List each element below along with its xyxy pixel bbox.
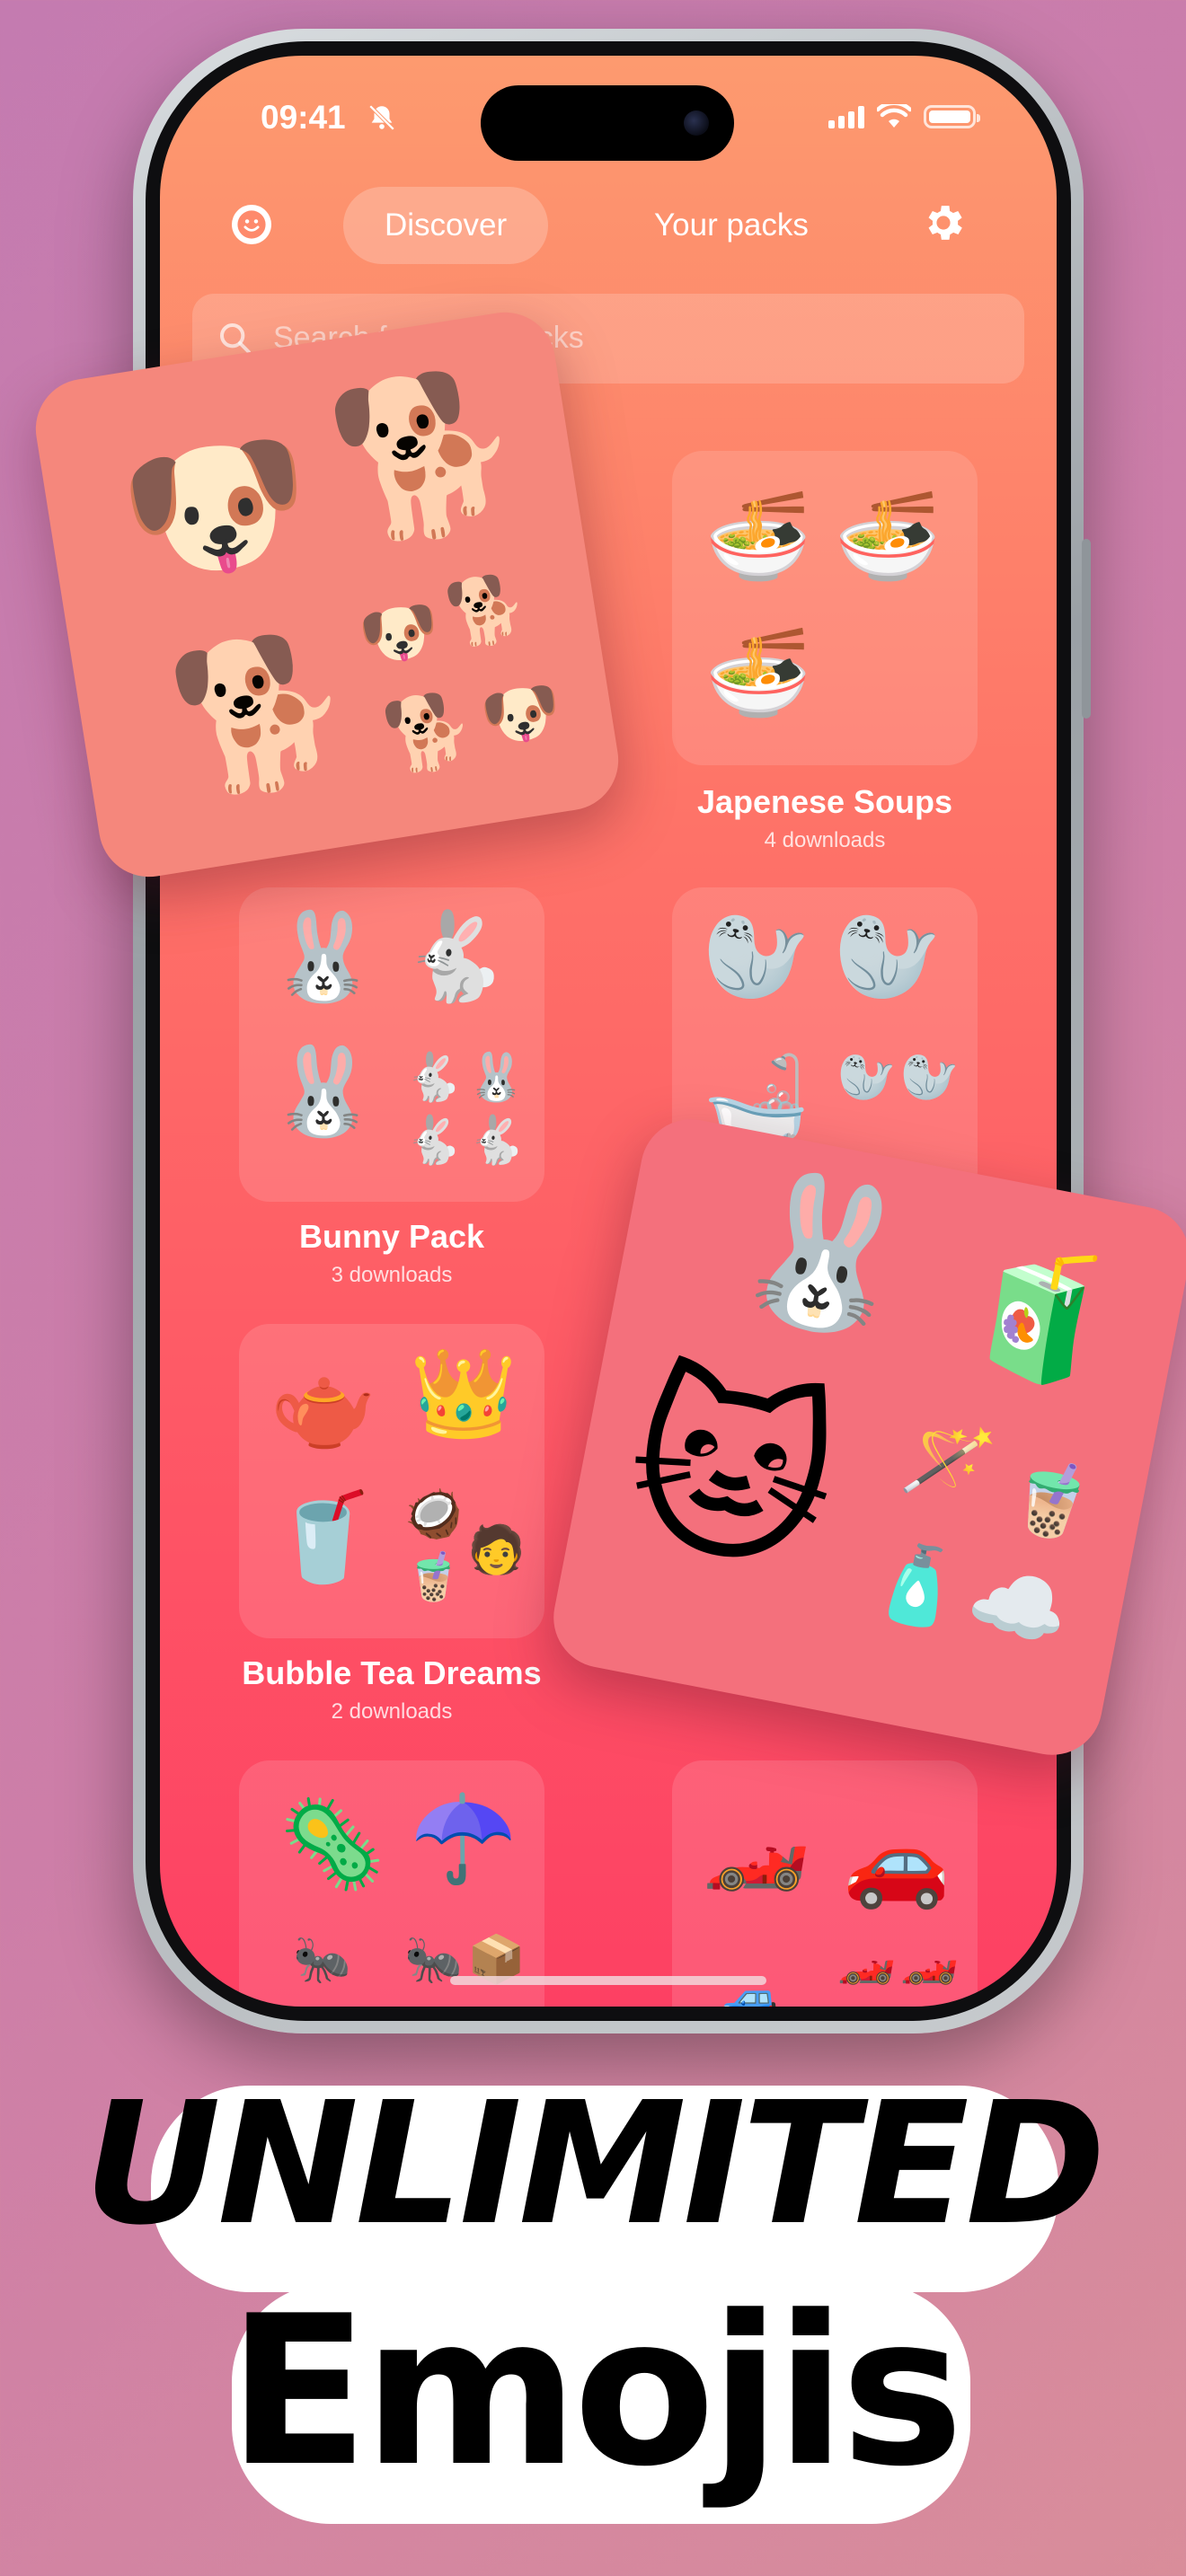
emoji-face-icon[interactable]: [232, 205, 271, 244]
gear-icon[interactable]: [920, 199, 967, 246]
status-time: 09:41: [261, 99, 346, 136]
emoji-cup: 🥤: [270, 1489, 377, 1585]
emoji-bunny: 🐰: [270, 1044, 377, 1140]
emoji-ramen: 🍜: [704, 489, 812, 585]
emoji-bunny: 🐰: [467, 1052, 526, 1104]
pack-title: Japenese Soups: [696, 783, 953, 820]
emoji-umbrella: ☂️: [410, 1791, 518, 1887]
emoji-teapot: 🫖: [270, 1358, 377, 1454]
emoji-crown: 👑: [410, 1345, 518, 1442]
emoji-seal: 🦭: [837, 1052, 896, 1104]
emoji-bunny: 🐰: [270, 909, 377, 1005]
floating-pack-card-cute: 🐰 🧃 🐱 🪄 🧋 🧴 ☁️: [544, 1110, 1186, 1764]
emoji-coconut: 🥥: [404, 1488, 463, 1540]
emoji-pomeranian: 🐕: [441, 569, 533, 653]
emoji-race-car: 🏎️: [703, 1796, 810, 1892]
pack-downloads: 2 downloads: [331, 1699, 453, 1724]
pack-tile-japenese-soups[interactable]: 🍜 🍜 🍜: [672, 451, 978, 765]
headline-line2: Emojis: [227, 2272, 963, 2512]
search-icon: [220, 323, 251, 354]
emoji-seal: 🦭: [703, 909, 810, 1005]
emoji-perfume: 🧴: [863, 1534, 973, 1636]
emoji-beagle: 🐶: [354, 592, 446, 676]
emoji-car: 🚗: [843, 1814, 951, 1910]
headline-line1: UNLIMITED: [84, 2066, 1106, 2263]
emoji-ant: 🐜: [293, 1934, 351, 1986]
top-nav: Discover Your packs: [160, 181, 1057, 271]
pack-title: Bubble Tea Dreams: [242, 1654, 542, 1691]
emoji-dalmatian: 🐶: [109, 408, 324, 607]
emoji-blob: 🦠: [279, 1796, 386, 1892]
pack-tile-bubble-tea-dreams[interactable]: 🫖 👑 🥤 🥥 🧋 🧑: [239, 1324, 544, 1638]
emoji-dachshund: 🐶: [475, 673, 567, 757]
home-indicator: [450, 1976, 766, 1985]
tab-your-packs[interactable]: Your packs: [613, 187, 850, 264]
emoji-german-shepherd: 🐕: [319, 357, 535, 556]
emoji-bunny: 🐇: [404, 1115, 463, 1167]
camera-icon: [684, 110, 709, 136]
emoji-milk-carton: 🧃: [949, 1229, 1130, 1398]
dynamic-island: [481, 85, 734, 161]
emoji-labrador: 🐕: [378, 685, 480, 780]
emoji-ramen: 🍜: [704, 625, 812, 721]
bell-off-icon: [368, 104, 395, 131]
emoji-bubble-tea: 🧋: [404, 1551, 463, 1603]
pack-title: Bunny Pack: [298, 1218, 485, 1255]
emoji-bunny: 🐇: [467, 1115, 526, 1167]
pack-downloads: 4 downloads: [764, 828, 886, 852]
phone-side-button: [1082, 539, 1091, 719]
tab-discover[interactable]: Discover: [343, 187, 549, 264]
emoji-person: 🧑: [467, 1524, 526, 1576]
battery-icon: [924, 105, 980, 128]
emoji-ramen: 🍜: [834, 489, 942, 585]
emoji-race-car: 🏎️: [837, 1934, 896, 1986]
emoji-bubble-tea: 🧋: [999, 1451, 1103, 1548]
emoji-magic-wand: 🪄: [897, 1413, 1001, 1509]
emoji-chihuahua: 🐕: [161, 620, 363, 807]
emoji-cat-bow: 🐱: [608, 1345, 854, 1602]
pack-downloads: 3 downloads: [331, 1263, 453, 1287]
emoji-race-car: 🏎️: [900, 1934, 959, 1986]
emoji-bunny: 🐇: [404, 1052, 463, 1104]
floating-pack-card-dogs: 🐶 🐕 🐕 🐶 🐕 🐕 🐶: [28, 304, 626, 885]
pack-tile-bunny-pack[interactable]: 🐰 🐇 🐰 🐇 🐰 🐇 🐇: [239, 887, 544, 1202]
emoji-seal: 🦭: [900, 1052, 959, 1104]
wifi-icon: [877, 104, 911, 128]
emoji-cloud: ☁️: [960, 1553, 1076, 1662]
emoji-bunny: 🐇: [401, 909, 509, 1005]
emoji-bunny-flowers: 🐰: [721, 1157, 928, 1350]
emoji-seal: 🦭: [834, 909, 942, 1005]
pack-tile-cars[interactable]: 🏎️ 🚗 🏎️ 🏎️ 🚙: [672, 1760, 978, 2007]
cellular-signal-icon: [828, 105, 864, 128]
pack-tile-dark[interactable]: 🦠 ☂️ 🐜 🐜 📦: [239, 1760, 544, 2007]
